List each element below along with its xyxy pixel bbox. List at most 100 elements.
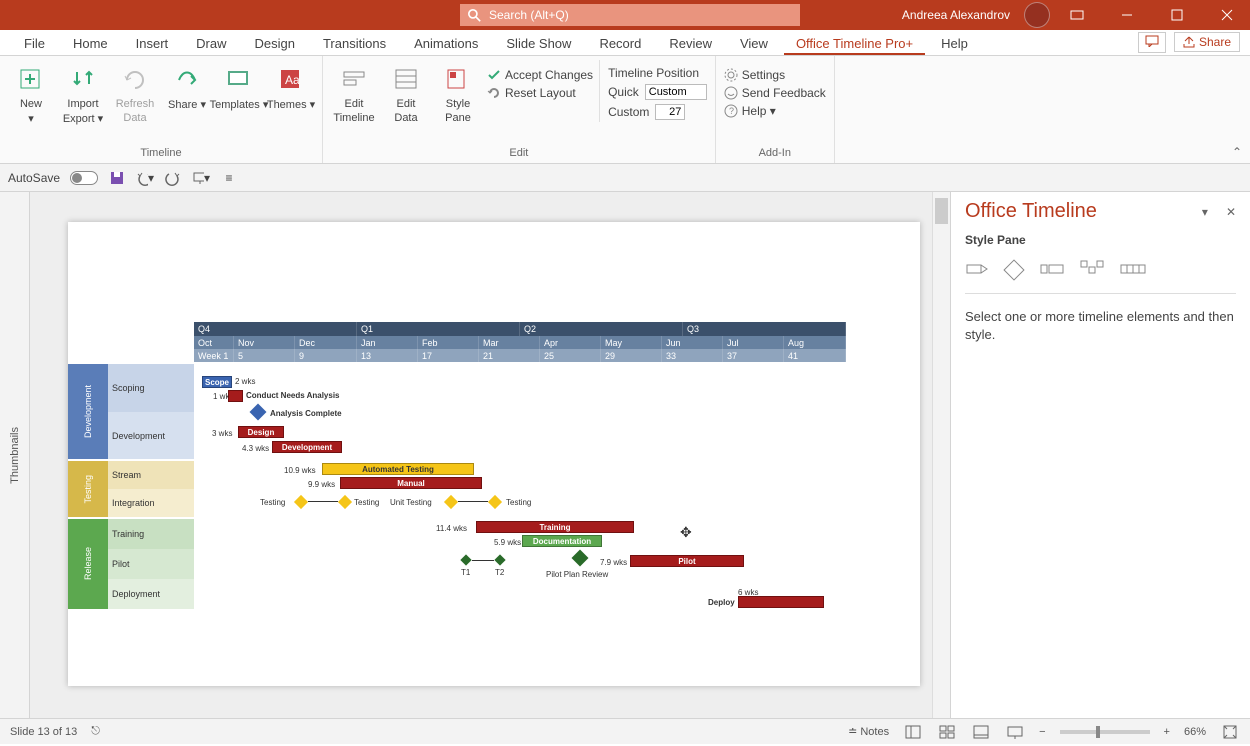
week-cell: 21: [479, 349, 540, 362]
share-button[interactable]: Share: [1174, 32, 1240, 52]
slide[interactable]: Q4 Q1 Q2 Q3 Oct Nov Dec Jan Feb Mar Apr …: [68, 222, 920, 686]
vertical-scrollbar[interactable]: [932, 192, 950, 718]
bar-deploy[interactable]: [738, 596, 824, 608]
tab-record[interactable]: Record: [587, 32, 653, 55]
menu-tabs: File Home Insert Draw Design Transitions…: [0, 30, 1250, 56]
bar-pilot[interactable]: Pilot: [630, 555, 744, 567]
tab-slideshow[interactable]: Slide Show: [494, 32, 583, 55]
user-name[interactable]: Andreea Alexandrov: [892, 8, 1020, 22]
view-slideshow-icon[interactable]: [1005, 722, 1025, 742]
fit-to-window-icon[interactable]: [1220, 722, 1240, 742]
search-box[interactable]: Search (Alt+Q): [460, 4, 800, 26]
pane-close-icon[interactable]: ✕: [1226, 205, 1236, 219]
svg-text:?: ?: [729, 106, 734, 116]
view-reading-icon[interactable]: [971, 722, 991, 742]
svg-text:Aa: Aa: [285, 73, 300, 87]
tab-insert[interactable]: Insert: [124, 32, 181, 55]
shape-milestone-bar-icon[interactable]: [1079, 259, 1105, 279]
tab-design[interactable]: Design: [243, 32, 307, 55]
accept-changes-button[interactable]: Accept Changes: [487, 66, 593, 84]
accessibility-icon[interactable]: ⎋: [91, 725, 100, 738]
bar-manual[interactable]: Manual: [340, 477, 482, 489]
zoom-in-button[interactable]: +: [1164, 726, 1170, 738]
minimize-button[interactable]: [1104, 0, 1150, 30]
edit-timeline-button[interactable]: EditTimeline: [331, 60, 377, 124]
autosave-toggle[interactable]: [70, 171, 98, 185]
tab-review[interactable]: Review: [657, 32, 724, 55]
bar-training[interactable]: Training: [476, 521, 634, 533]
collapse-ribbon-icon[interactable]: ⌃: [1232, 145, 1242, 159]
shape-flag-icon[interactable]: [965, 259, 989, 279]
milestone-testing2[interactable]: [338, 495, 352, 509]
milestone-analysis[interactable]: [250, 404, 267, 421]
settings-button[interactable]: Settings: [724, 66, 826, 84]
view-normal-icon[interactable]: [903, 722, 923, 742]
send-feedback-button[interactable]: Send Feedback: [724, 84, 826, 102]
label-scope-dur: 2 wks: [235, 377, 255, 386]
label-needs-dur: 1 wk: [213, 392, 227, 401]
reset-layout-button[interactable]: Reset Layout: [487, 84, 593, 102]
redo-icon[interactable]: [164, 169, 182, 187]
milestone-unit[interactable]: [444, 495, 458, 509]
tab-help[interactable]: Help: [929, 32, 980, 55]
tab-animations[interactable]: Animations: [402, 32, 490, 55]
comments-button[interactable]: [1138, 32, 1166, 53]
present-icon[interactable]: ▾: [192, 169, 210, 187]
milestone-testing3[interactable]: [488, 495, 502, 509]
label-training-dur: 11.4 wks: [436, 524, 467, 533]
row-integration: Integration: [108, 489, 194, 517]
label-pilot-review: Pilot Plan Review: [546, 570, 608, 579]
milestone-t2[interactable]: [494, 554, 505, 565]
bar-documentation[interactable]: Documentation: [522, 535, 602, 547]
quick-select[interactable]: [645, 84, 707, 100]
shape-bar-icon[interactable]: [1039, 259, 1065, 279]
bar-design[interactable]: Design: [238, 426, 284, 438]
view-sorter-icon[interactable]: [937, 722, 957, 742]
thumbnails-bar[interactable]: Thumbnails: [0, 192, 30, 718]
tab-view[interactable]: View: [728, 32, 780, 55]
close-button[interactable]: [1204, 0, 1250, 30]
qat-more-icon[interactable]: ≡: [220, 169, 238, 187]
import-export-button[interactable]: ImportExport ▾: [60, 60, 106, 125]
reset-icon: [487, 86, 501, 100]
tab-file[interactable]: File: [12, 32, 57, 55]
share-timeline-button[interactable]: Share ▾: [164, 60, 210, 111]
search-icon: [468, 9, 481, 22]
search-placeholder: Search (Alt+Q): [489, 8, 569, 22]
milestone-testing1[interactable]: [294, 495, 308, 509]
bar-development[interactable]: Development: [272, 441, 342, 453]
save-icon[interactable]: [108, 169, 126, 187]
shape-timeline-icon[interactable]: [1119, 259, 1147, 279]
tab-home[interactable]: Home: [61, 32, 120, 55]
milestone-pilotrev[interactable]: [572, 550, 589, 567]
slide-canvas[interactable]: Q4 Q1 Q2 Q3 Oct Nov Dec Jan Feb Mar Apr …: [30, 192, 932, 718]
tab-transitions[interactable]: Transitions: [311, 32, 398, 55]
tab-office-timeline[interactable]: Office Timeline Pro+: [784, 32, 925, 55]
notes-button[interactable]: ≐ Notes: [848, 725, 889, 738]
month-cell: Feb: [418, 336, 479, 349]
pane-options-icon[interactable]: ▾: [1202, 205, 1208, 219]
zoom-level[interactable]: 66%: [1184, 726, 1206, 738]
new-button[interactable]: New▾: [8, 60, 54, 125]
help-button[interactable]: ?Help ▾: [724, 102, 826, 120]
milestone-t1[interactable]: [460, 554, 471, 565]
themes-button[interactable]: AaThemes ▾: [268, 60, 314, 111]
month-cell: May: [601, 336, 662, 349]
tab-draw[interactable]: Draw: [184, 32, 238, 55]
custom-input[interactable]: [655, 104, 685, 120]
maximize-button[interactable]: [1154, 0, 1200, 30]
undo-icon[interactable]: ▾: [136, 169, 154, 187]
month-cell: Aug: [784, 336, 846, 349]
bar-scope[interactable]: Scope: [202, 376, 232, 388]
ribbon-mode-icon[interactable]: [1054, 0, 1100, 30]
bar-automated-testing[interactable]: Automated Testing: [322, 463, 474, 475]
style-pane-button[interactable]: StylePane: [435, 60, 481, 124]
templates-button[interactable]: Templates ▾: [216, 60, 262, 111]
zoom-slider[interactable]: [1060, 730, 1150, 734]
shape-diamond-icon[interactable]: [1003, 259, 1025, 281]
bar-needs[interactable]: [228, 390, 243, 402]
edit-data-button[interactable]: EditData: [383, 60, 429, 124]
user-avatar[interactable]: [1024, 2, 1050, 28]
label-doc-dur: 5.9 wks: [494, 538, 521, 547]
zoom-out-button[interactable]: −: [1039, 726, 1045, 738]
